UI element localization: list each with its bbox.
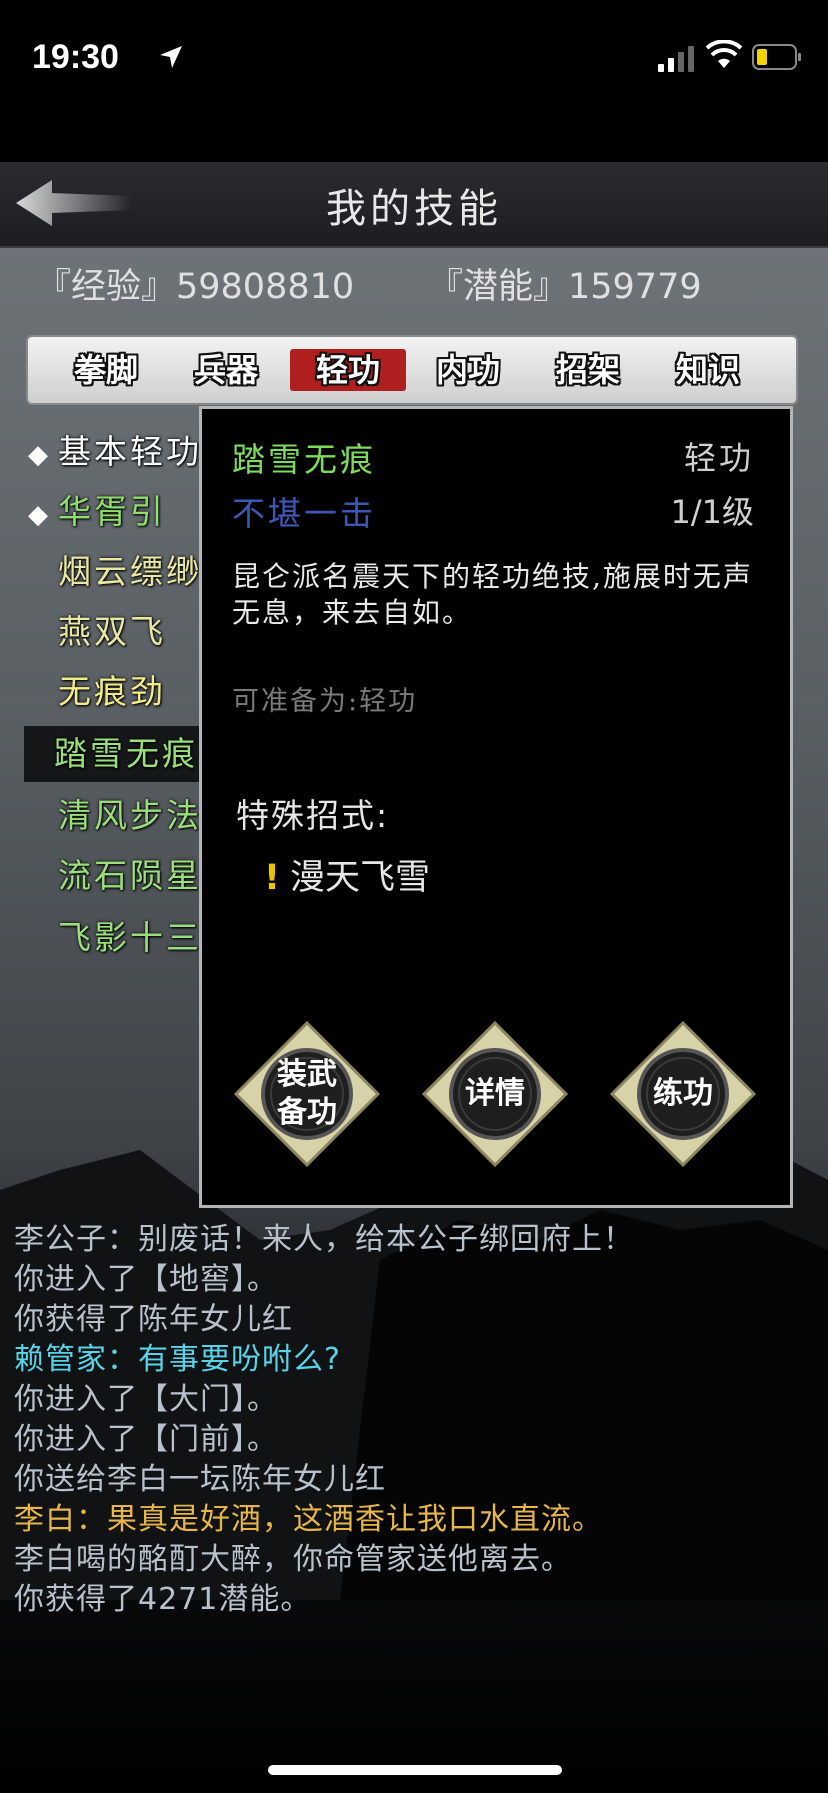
battery-icon: [752, 44, 801, 70]
message-line: 你进入了【门前】。: [14, 1422, 278, 1457]
exclamation-icon: !: [264, 858, 280, 898]
skill-category-tabs: 拳脚 兵器 轻功 内功 招架 知识: [26, 335, 798, 405]
equip-prepare-button[interactable]: 装武 备功: [232, 1019, 382, 1169]
message-line: 李白喝的酩酊大醉，你命管家送他离去。: [14, 1542, 572, 1577]
message-line: 你进入了【地窖】。: [14, 1262, 278, 1297]
status-time: 19:30: [32, 38, 119, 76]
message-line: 你获得了陈年女儿红: [14, 1302, 293, 1337]
message-line: 赖管家：有事要吩咐么?: [14, 1342, 341, 1377]
location-arrow-icon: [160, 46, 182, 68]
player-stats: 『经验』59808810 『潜能』159779: [0, 258, 828, 308]
tab-neigong[interactable]: 内功: [410, 349, 526, 391]
top-bar: 我的技能: [0, 162, 828, 248]
skill-name: 华胥引: [58, 492, 166, 531]
details-label: 详情: [465, 1076, 525, 1111]
tab-zhishi[interactable]: 知识: [650, 349, 766, 391]
skill-name: 清风步法: [58, 796, 202, 835]
special-move-item[interactable]: ! 漫天飞雪: [264, 849, 430, 900]
wifi-icon: [706, 40, 742, 68]
skill-name: 烟云缥缈: [58, 552, 202, 591]
skill-detail-rank: 不堪一击: [232, 494, 376, 533]
skill-detail-type: 轻功: [683, 439, 754, 477]
skill-name: 燕双飞: [58, 612, 166, 651]
practice-button[interactable]: 练功: [608, 1019, 758, 1169]
special-move-name: 漫天飞雪: [289, 858, 430, 898]
details-button[interactable]: 详情: [420, 1019, 570, 1169]
experience-value: 『经验』59808810: [36, 267, 355, 307]
cellular-signal-icon: [658, 46, 694, 72]
practice-label: 练功: [653, 1076, 713, 1111]
page-title: 我的技能: [326, 186, 502, 232]
message-line: 你获得了4271潜能。: [14, 1582, 312, 1617]
skill-marker: ◆: [28, 500, 48, 530]
message-log: 李公子：别废话！来人，给本公子绑回府上！ 你进入了【地窖】。 你获得了陈年女儿红…: [14, 1220, 814, 1620]
tab-qinggong[interactable]: 轻功: [290, 349, 406, 391]
tab-quanjiao[interactable]: 拳脚: [48, 349, 164, 391]
skill-name: 无痕劲: [58, 672, 166, 711]
skill-detail-level: 1/1级: [670, 493, 754, 531]
message-line: 李公子：别废话！来人，给本公子绑回府上！: [14, 1222, 634, 1257]
message-line: 李白：果真是好酒，这酒香让我口水直流。: [14, 1502, 603, 1537]
special-moves-heading: 特殊招式:: [236, 796, 390, 835]
equip-prepare-label: 装武 备功: [277, 1057, 337, 1130]
home-indicator[interactable]: [268, 1765, 562, 1775]
skill-name: 流石陨星: [58, 856, 202, 895]
message-line: 你送给李白一坛陈年女儿红: [14, 1462, 386, 1497]
skill-detail-popup: 踏雪无痕 轻功 不堪一击 1/1级 昆仑派名震天下的轻功绝技,施展时无声无息，来…: [199, 406, 793, 1208]
tab-bingqi[interactable]: 兵器: [168, 349, 284, 391]
skill-name: 踏雪无痕: [54, 734, 198, 773]
message-line: 你进入了【大门】。: [14, 1382, 278, 1417]
skill-marker: ◆: [28, 440, 48, 470]
tab-zhaojia[interactable]: 招架: [530, 349, 646, 391]
skill-name: 基本轻功: [58, 432, 202, 471]
skill-name: 飞影十三: [58, 918, 202, 957]
skill-detail-name: 踏雪无痕: [232, 440, 376, 479]
skill-detail-description: 昆仑派名震天下的轻功绝技,施展时无声无息，来去自如。: [232, 560, 753, 629]
status-bar: 19:30: [0, 0, 828, 120]
skill-detail-prepare: 可准备为:轻功: [232, 686, 418, 717]
potential-value: 『潜能』159779: [428, 267, 702, 307]
